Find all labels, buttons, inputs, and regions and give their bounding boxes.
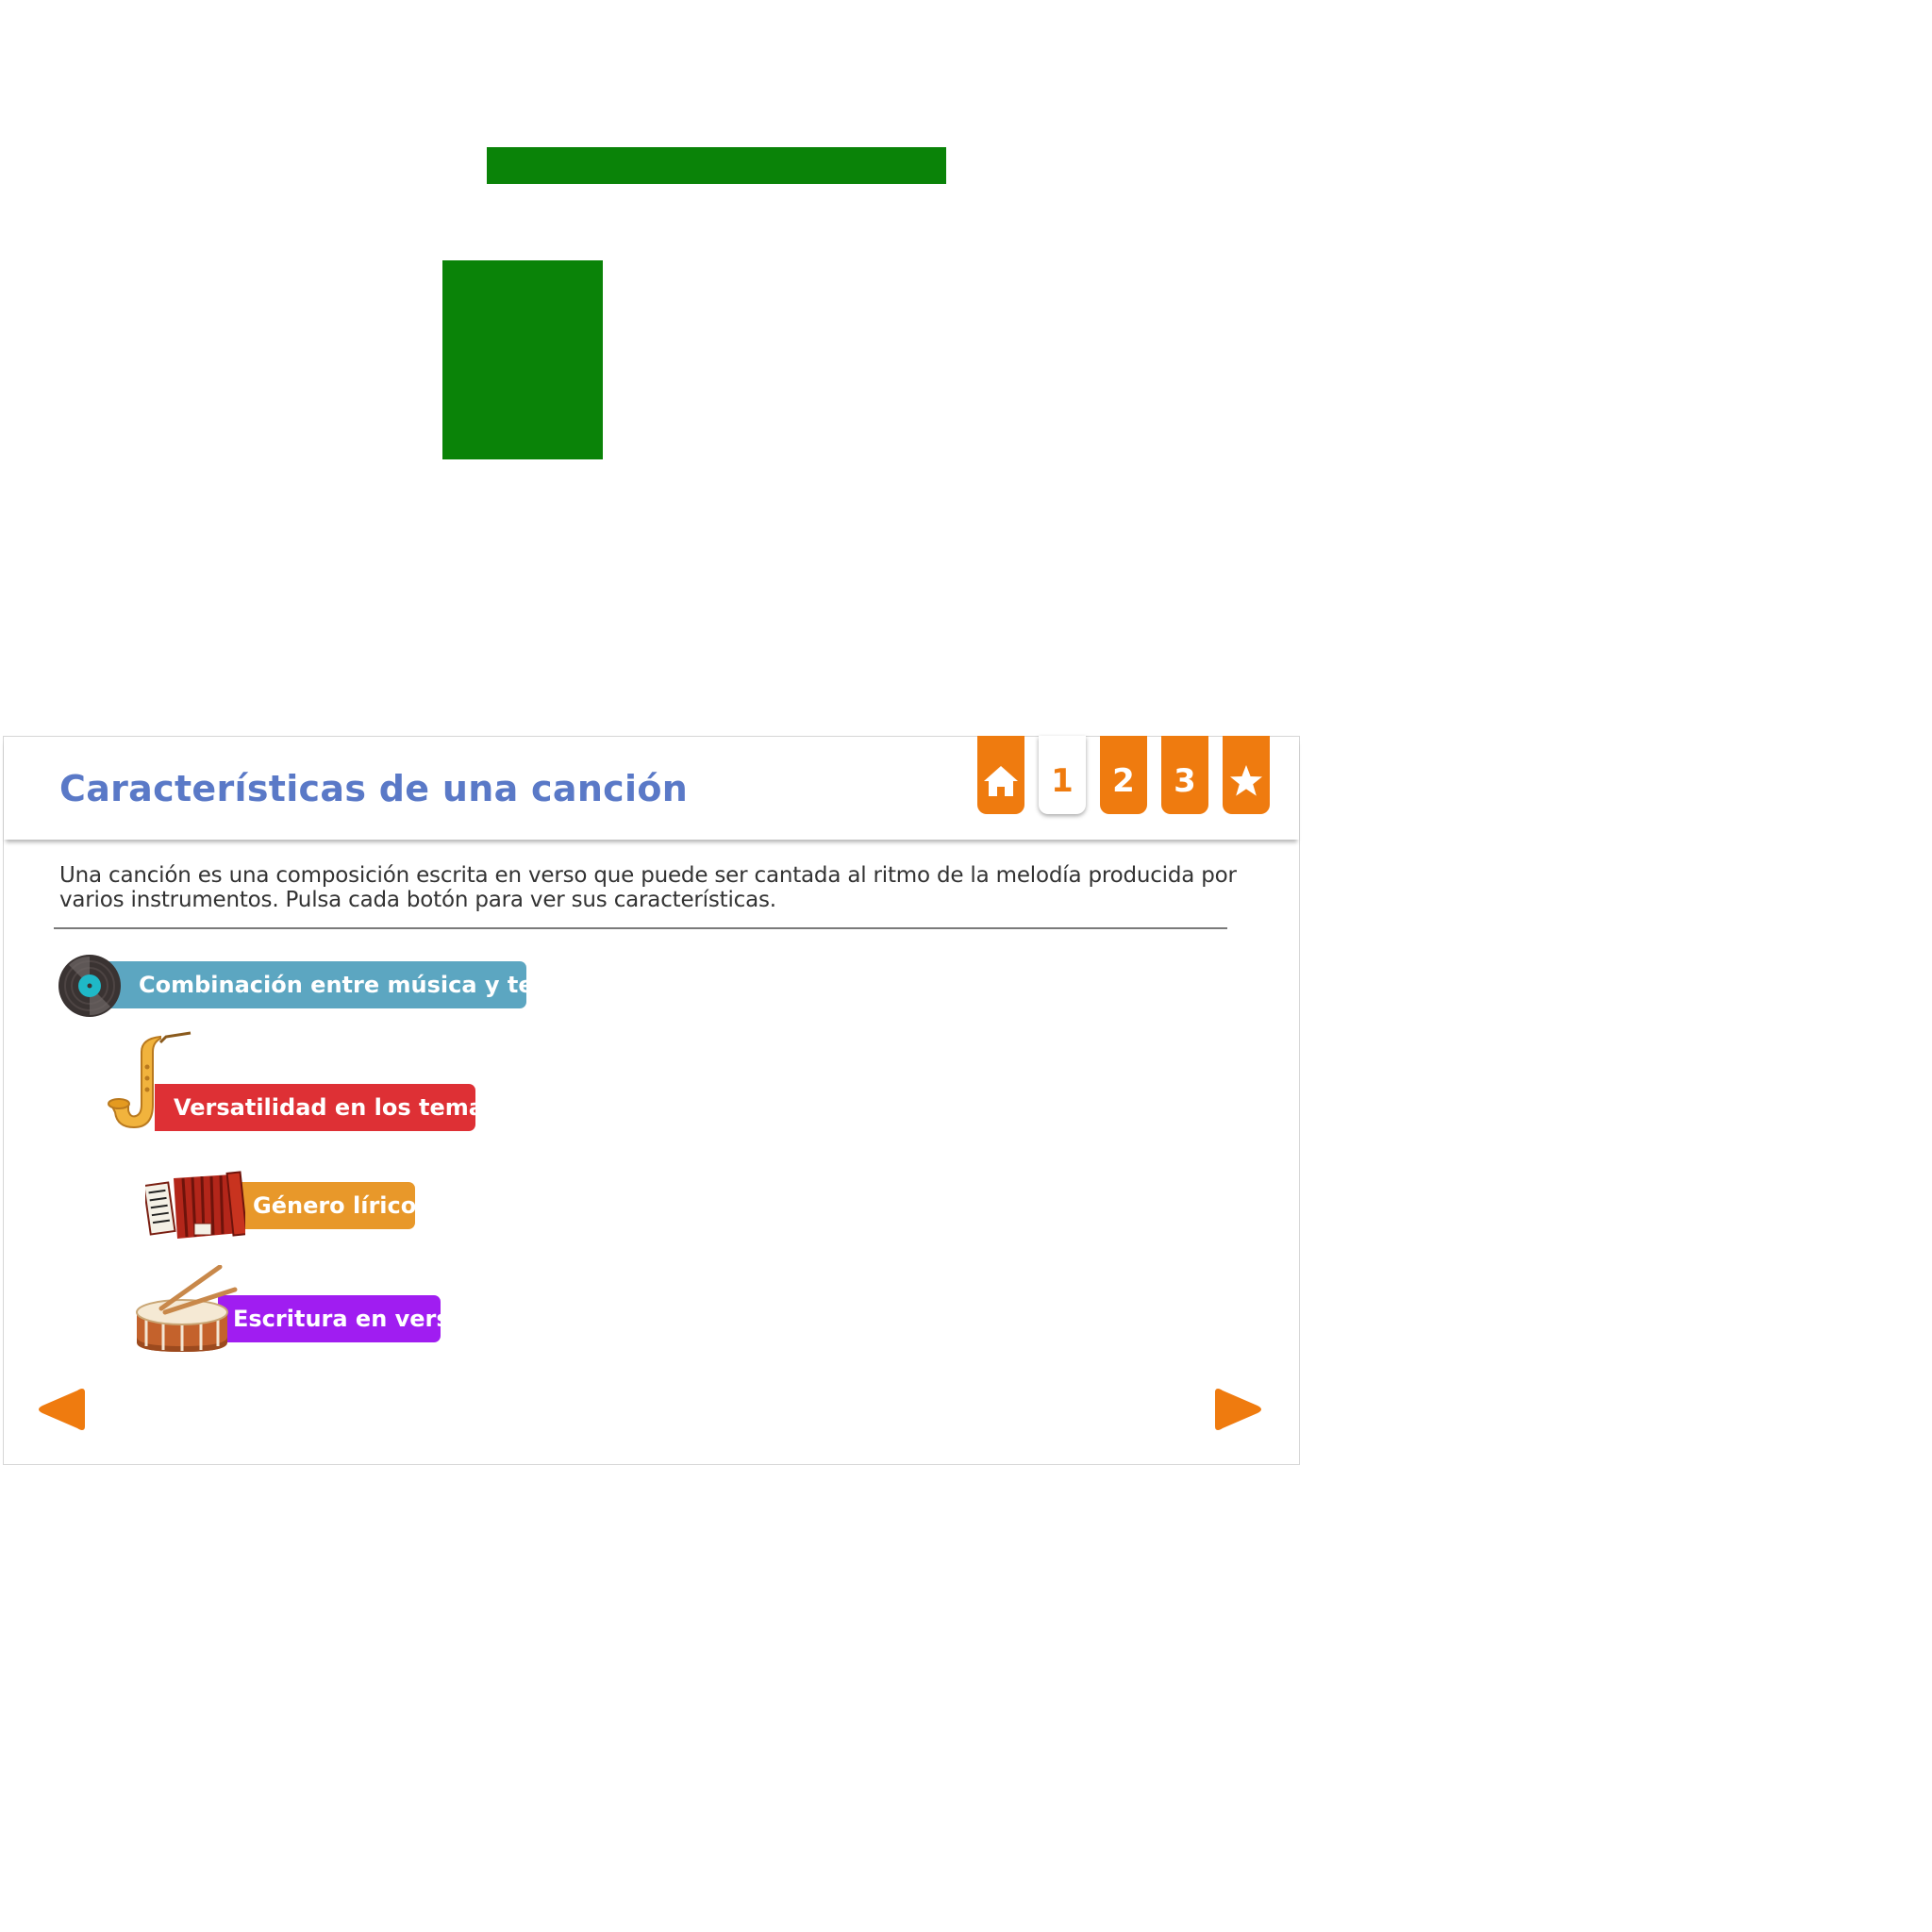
combinacion-button[interactable]: Combinación entre música y texto <box>58 952 575 1020</box>
tab-home[interactable] <box>977 736 1024 814</box>
star-icon <box>1230 764 1262 796</box>
previous-arrow-icon[interactable] <box>37 1385 86 1434</box>
versatilidad-label: Versatilidad en los temas <box>174 1094 498 1121</box>
escritura-verso-label: Escritura en verso <box>233 1306 466 1332</box>
genero-lirico-button[interactable]: Género lírico <box>145 1171 428 1246</box>
vinyl-record-icon <box>58 955 121 1017</box>
intro-text: Una canción es una composición escrita e… <box>59 863 1237 912</box>
panel-header: Características de una canción 1 2 3 <box>4 736 1299 840</box>
saxophone-icon <box>108 1031 192 1129</box>
home-icon <box>984 765 1018 796</box>
versatilidad-button[interactable]: Versatilidad en los temas <box>108 1029 497 1133</box>
drum-icon <box>136 1265 238 1352</box>
escritura-verso-button[interactable]: Escritura en verso <box>133 1265 465 1356</box>
next-arrow-icon[interactable] <box>1214 1385 1263 1434</box>
decor-green-bar <box>487 147 946 184</box>
genero-lirico-label: Género lírico <box>253 1192 417 1219</box>
combinacion-label: Combinación entre música y texto <box>139 972 575 998</box>
tab-3-label: 3 <box>1174 761 1196 800</box>
page-title: Características de una canción <box>59 768 689 809</box>
genero-lirico-pill[interactable]: Género lírico <box>230 1182 417 1229</box>
tab-3[interactable]: 3 <box>1161 736 1208 814</box>
tab-2[interactable]: 2 <box>1100 736 1147 814</box>
tab-star[interactable] <box>1223 736 1270 814</box>
tab-1-label: 1 <box>1051 761 1074 800</box>
divider <box>54 927 1227 929</box>
decor-green-block <box>442 260 603 459</box>
accordion-icon <box>145 1171 245 1239</box>
escritura-verso-pill[interactable]: Escritura en verso <box>218 1295 465 1342</box>
versatilidad-pill[interactable]: Versatilidad en los temas <box>155 1084 497 1131</box>
tab-1[interactable]: 1 <box>1039 736 1086 814</box>
combinacion-pill[interactable]: Combinación entre música y texto <box>101 961 575 1008</box>
tab-2-label: 2 <box>1112 761 1135 800</box>
content-panel: Características de una canción 1 2 3 Una… <box>3 736 1300 1465</box>
